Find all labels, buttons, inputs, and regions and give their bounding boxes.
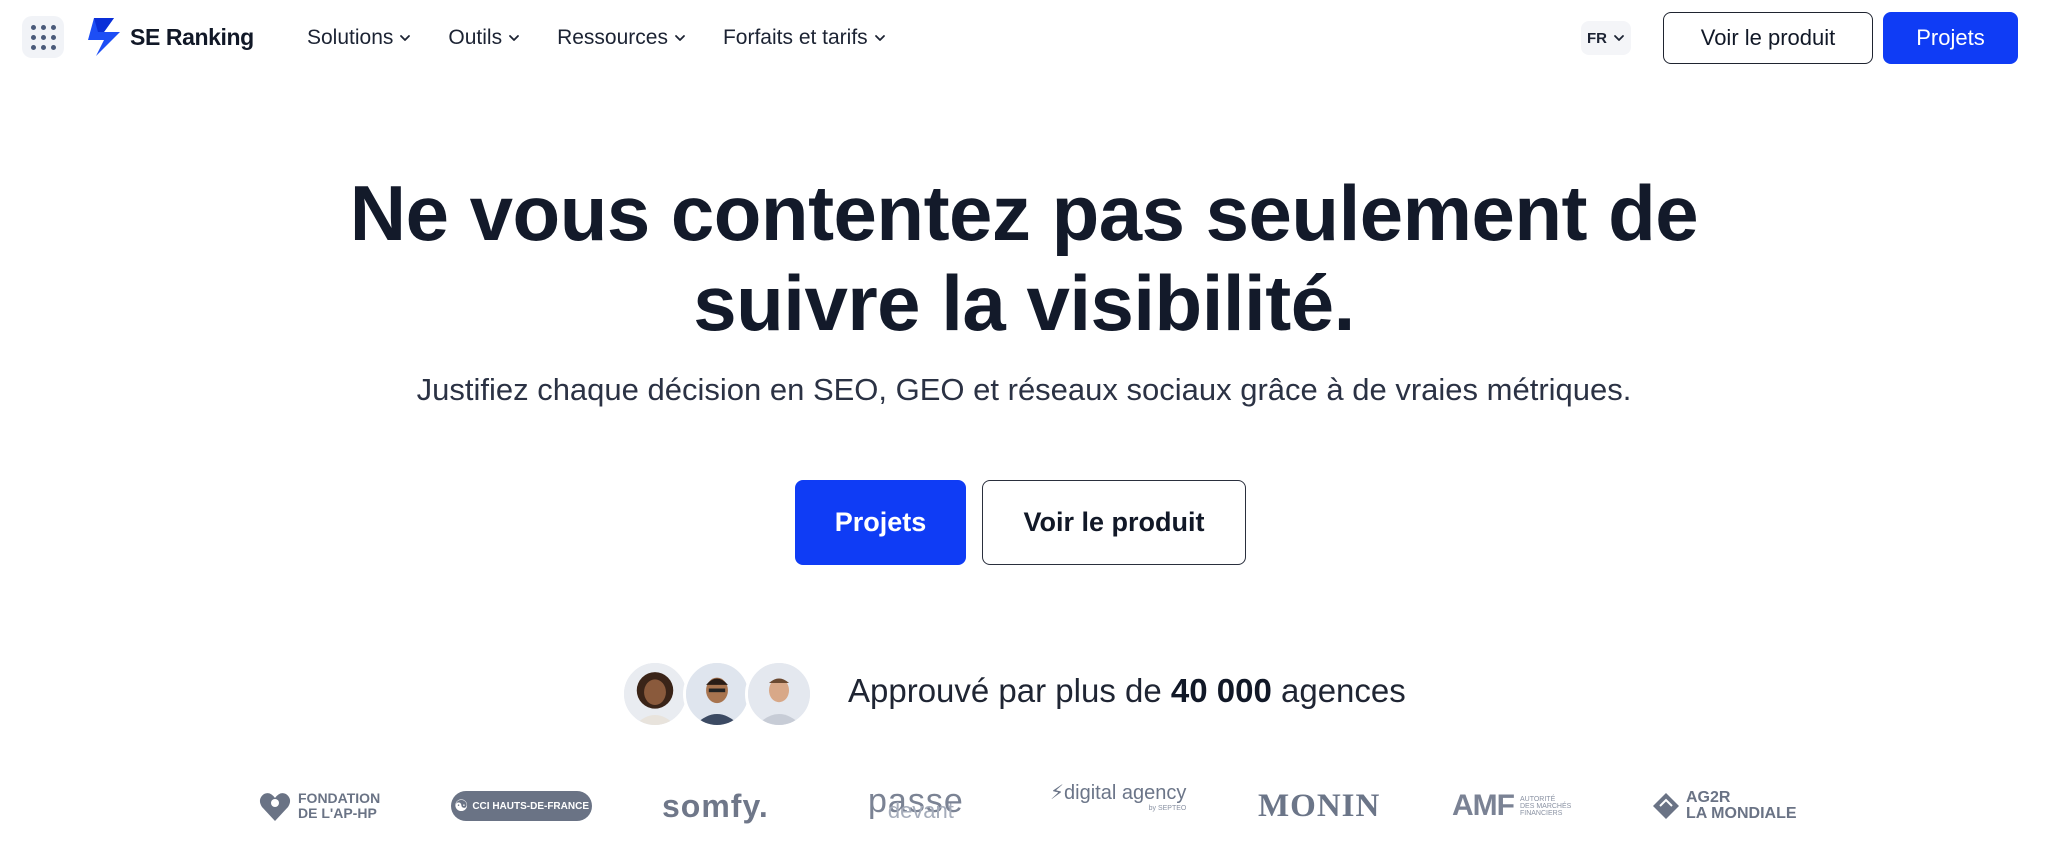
main-nav: Solutions Outils Ressources Forfaits et … — [307, 22, 923, 54]
avatar — [621, 660, 689, 728]
nav-forfaits[interactable]: Forfaits et tarifs — [723, 26, 886, 50]
amf-sub-line1: AUTORITÉ — [1519, 795, 1556, 803]
nav-ressources[interactable]: Ressources — [557, 26, 686, 50]
logo-fondation-ap-hp: FONDATION DE L'AP-HP — [258, 780, 380, 832]
logo-passe-devant: passe devant — [868, 780, 964, 832]
hero-subtitle: Justifiez chaque décision en SEO, GEO et… — [416, 372, 1632, 407]
ag2r-line1: AG2R — [1686, 789, 1731, 806]
chevron-down-icon — [675, 35, 685, 41]
digital-agency-sub: by SEPTEO — [1148, 805, 1187, 812]
diamond-icon — [1653, 793, 1679, 819]
client-logos: FONDATION DE L'AP-HP ☯ CCI HAUTS-DE-FRAN… — [0, 780, 2048, 832]
hero-view-product-button[interactable]: Voir le produit — [982, 480, 1246, 565]
ag2r-line2: LA MONDIALE — [1686, 805, 1797, 822]
logo-amf: AMF AUTORITÉ DES MARCHÉS FINANCIERS — [1452, 780, 1571, 832]
approved-prefix: Approuvé par plus de — [848, 672, 1171, 709]
header-view-product-button[interactable]: Voir le produit — [1663, 12, 1873, 64]
apps-grid-icon[interactable] — [22, 16, 64, 58]
se-ranking-bolt-icon — [88, 18, 120, 56]
nav-outils-label: Outils — [448, 26, 503, 49]
avatar — [745, 660, 813, 728]
logo-cci: ☯ CCI HAUTS-DE-FRANCE — [451, 780, 592, 832]
amf-sub-line2: DES MARCHÉS — [1519, 802, 1572, 810]
site-header: SE Ranking Solutions Outils Ressources F… — [0, 0, 2048, 76]
hero-title-line2: suivre la visibilité. — [693, 259, 1355, 347]
hero-title-line1: Ne vous contentez pas seulement de — [349, 169, 1699, 257]
nav-ressources-label: Ressources — [557, 26, 668, 49]
hero-projects-button[interactable]: Projets — [795, 480, 966, 565]
chevron-down-icon — [1614, 35, 1624, 41]
nav-solutions[interactable]: Solutions — [307, 26, 411, 50]
logo-ag2r-la-mondiale: AG2R LA MONDIALE — [1652, 780, 1797, 832]
hero-title: Ne vous contentez pas seulement de suivr… — [0, 168, 2048, 348]
nav-solutions-label: Solutions — [307, 26, 394, 49]
logo-somfy: somfy. — [662, 787, 769, 824]
avatar — [683, 660, 751, 728]
customer-avatars — [621, 660, 815, 728]
amf-text: AMF — [1452, 789, 1515, 822]
passe-line2: devant — [887, 798, 954, 823]
chevron-down-icon — [400, 35, 411, 41]
chevron-down-icon — [509, 35, 519, 41]
logo-text: SE Ranking — [130, 23, 254, 50]
language-label: FR — [1587, 29, 1607, 47]
agency-count: 40 000 — [1170, 672, 1272, 709]
language-selector[interactable]: FR — [1581, 21, 1631, 55]
cci-c-icon: ☯ — [453, 798, 469, 815]
logo-digital-agency: ⚡digital agency by SEPTEO — [1050, 780, 1186, 832]
se-ranking-logo[interactable]: SE Ranking — [86, 16, 254, 58]
approved-suffix: agences — [1271, 672, 1406, 709]
nav-outils[interactable]: Outils — [448, 26, 520, 50]
chevron-down-icon — [874, 35, 885, 41]
header-projects-button[interactable]: Projets — [1883, 12, 2018, 64]
logo-monin: MONIN — [1258, 787, 1381, 824]
heart-icon — [259, 793, 291, 821]
fondation-line1: FONDATION — [298, 790, 381, 806]
amf-sub-line3: FINANCIERS — [1519, 809, 1563, 817]
approved-by-text: Approuvé par plus de 40 000 agences — [848, 672, 1406, 710]
cci-text: CCI HAUTS-DE-FRANCE — [472, 800, 589, 812]
digital-agency-text: ⚡digital agency — [1050, 782, 1187, 804]
nav-forfaits-label: Forfaits et tarifs — [722, 26, 868, 49]
fondation-line2: DE L'AP-HP — [298, 805, 377, 821]
